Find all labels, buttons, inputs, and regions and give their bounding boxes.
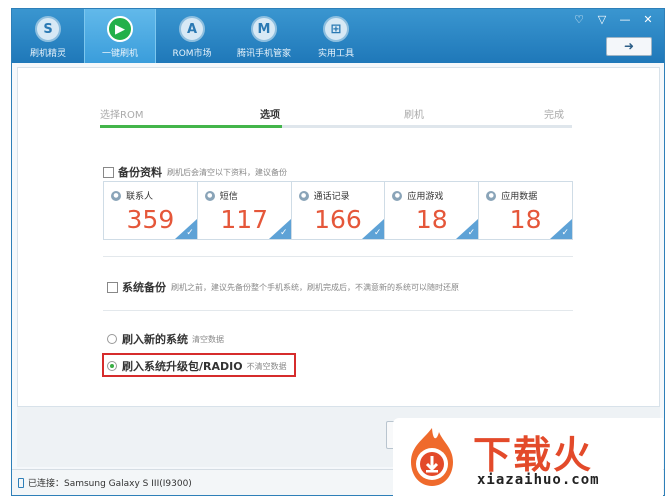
play-icon: ▶ <box>107 16 133 42</box>
stat-label: 应用游戏 <box>407 192 444 202</box>
pie-icon: ● <box>486 190 497 201</box>
step-options: 选项 <box>260 110 280 121</box>
step-complete: 完成 <box>544 110 564 121</box>
connection-status: 已连接：Samsung Galaxy S III(I9300) <box>28 479 192 489</box>
backup-hint: 刷机后会清空以下资料，建议备份 <box>167 167 287 177</box>
phone-icon: ● <box>298 190 309 201</box>
feedback-icon[interactable]: ♡ <box>569 12 589 28</box>
divider <box>103 256 573 257</box>
system-backup-hint: 刷机之前，建议先备份整个手机系统，刷机完成后，不满意新的系统可以随时还原 <box>171 282 459 292</box>
system-backup-checkbox[interactable] <box>107 281 118 293</box>
backup-stats: ● 联系人 359 ✓ ● 短信 117 ✓ ● 通话记录 166 ✓ ● 应用游戏 1… <box>103 181 573 240</box>
next-arrow-button[interactable]: ➜ <box>606 37 652 56</box>
option-hint: 清空数据 <box>192 334 224 344</box>
menu-icon[interactable]: ▽ <box>592 12 612 28</box>
close-icon[interactable]: ✕ <box>638 12 658 28</box>
nav-label: 实用工具 <box>317 49 354 59</box>
step-select-rom: 选择ROM <box>100 110 144 121</box>
stat-contacts[interactable]: ● 联系人 359 ✓ <box>104 182 198 239</box>
check-icon: ✓ <box>373 228 382 238</box>
check-icon: ✓ <box>280 228 288 238</box>
window-controls: ♡ ▽ — ✕ <box>569 12 658 28</box>
watermark: 下载火 xiazaihuo.com <box>393 418 663 500</box>
system-backup-title: 系统备份 <box>122 281 166 294</box>
nav-item-one-click-flash[interactable]: ▶ 一键刷机 <box>84 9 156 63</box>
option-label: 刷入新的系统 <box>122 333 188 346</box>
stat-label: 短信 <box>219 192 238 202</box>
nav-label: 刷机精灵 <box>29 49 66 59</box>
android-icon: A <box>179 16 205 42</box>
nav-label: 腾讯手机管家 <box>236 49 291 59</box>
minimize-icon[interactable]: — <box>615 12 635 28</box>
backup-section-header: 备份资料 刷机后会清空以下资料，建议备份 <box>103 164 287 180</box>
option-new-system[interactable]: 刷入新的系统 清空数据 <box>107 331 224 347</box>
stat-app-data[interactable]: ● 应用数据 18 ✓ <box>479 182 572 239</box>
divider <box>103 310 573 311</box>
main-content: 选择ROM 选项 刷机 完成 备份资料 刷机后会清空以下资料，建议备份 ● 联系人… <box>17 67 660 407</box>
title-bar: S 刷机精灵 ▶ 一键刷机 A ROM市场 M 腾讯手机管家 ⊞ 实用工具 ♡ … <box>12 9 664 63</box>
step-progress: 选择ROM 选项 刷机 完成 <box>100 106 572 128</box>
step-flash: 刷机 <box>404 110 424 121</box>
system-backup-section: 系统备份 刷机之前，建议先备份整个手机系统，刷机完成后，不满意新的系统可以随时还… <box>107 279 459 295</box>
main-nav: S 刷机精灵 ▶ 一键刷机 A ROM市场 M 腾讯手机管家 ⊞ 实用工具 <box>12 9 372 63</box>
stat-label: 联系人 <box>126 192 154 202</box>
check-icon: ✓ <box>467 228 476 238</box>
phone-icon <box>18 477 24 488</box>
watermark-url: xiazaihuo.com <box>477 472 600 488</box>
radio-button[interactable] <box>107 334 117 344</box>
nav-label: 一键刷机 <box>101 49 138 59</box>
stat-call-log[interactable]: ● 通话记录 166 ✓ <box>291 182 386 239</box>
nav-item-flash-wizard[interactable]: S 刷机精灵 <box>12 9 84 63</box>
fire-logo-icon <box>411 428 453 486</box>
backup-checkbox[interactable] <box>103 166 114 178</box>
step-progress-bar <box>100 125 572 128</box>
stat-sms[interactable]: ● 短信 117 ✓ <box>197 182 292 239</box>
shield-icon: M <box>251 16 277 42</box>
check-icon: ✓ <box>186 228 194 238</box>
app-icon: ● <box>392 190 403 201</box>
nav-item-tools[interactable]: ⊞ 实用工具 <box>300 9 372 63</box>
stat-label: 应用数据 <box>501 192 538 202</box>
highlight-annotation <box>102 353 296 377</box>
grid-icon: ⊞ <box>323 16 349 42</box>
stat-label: 通话记录 <box>313 192 350 202</box>
check-icon: ✓ <box>561 228 569 238</box>
backup-title: 备份资料 <box>118 166 162 179</box>
step-progress-fill <box>100 125 282 128</box>
stat-apps[interactable]: ● 应用游戏 18 ✓ <box>385 182 480 239</box>
message-icon: ● <box>204 190 215 201</box>
flash-wizard-icon: S <box>35 16 61 42</box>
nav-label: ROM市场 <box>172 49 212 59</box>
user-icon: ● <box>111 190 121 201</box>
watermark-title: 下载火 <box>473 433 594 477</box>
nav-item-rom-market[interactable]: A ROM市场 <box>156 9 228 63</box>
nav-item-tencent-manager[interactable]: M 腾讯手机管家 <box>228 9 300 63</box>
